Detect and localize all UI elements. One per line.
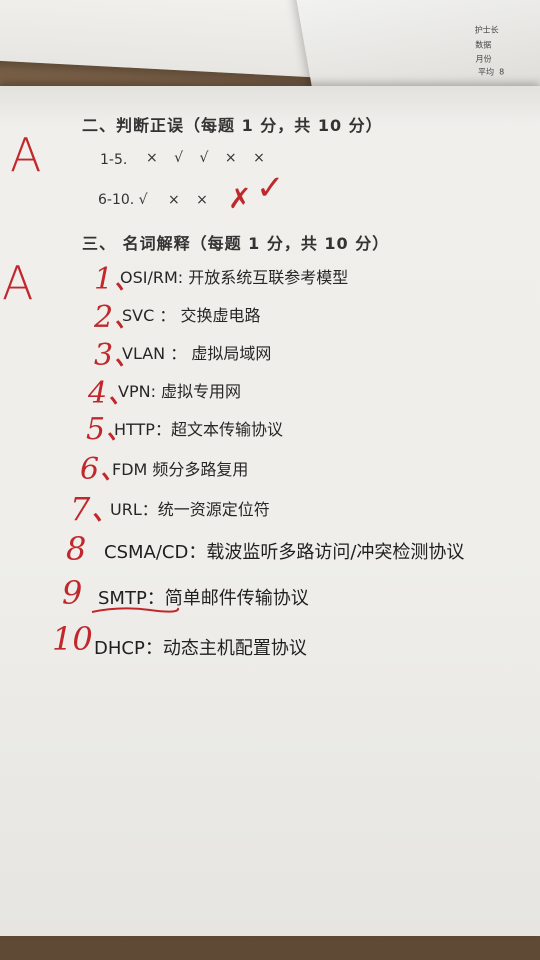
red-cross-mark: ✗ xyxy=(228,182,252,215)
photo-scene: 护士长 数据 月份 平均 8 二、判断正误（每题 1 分，共 10 分） A 1… xyxy=(0,0,540,960)
corner-scribble-2: 数据 xyxy=(475,40,492,50)
corner-scribble-3: 月份 xyxy=(475,54,492,64)
answer-row-1-5-label: 1-5. xyxy=(100,152,128,168)
term-vlan: VLAN ： 虚拟局域网 xyxy=(122,344,272,363)
section-3-title: 三、 名词解释（每题 1 分，共 10 分） xyxy=(82,234,390,253)
answer-row-6-10-marks: × × xyxy=(168,192,214,208)
term-osi-rm: OSI/RM: 开放系统互联参考模型 xyxy=(120,268,349,287)
section-2-title: 二、判断正误（每题 1 分，共 10 分） xyxy=(82,116,383,135)
term-csma-cd: CSMA/CD：载波监听多路访问/冲突检测协议 xyxy=(104,542,465,563)
exam-sheet: 二、判断正误（每题 1 分，共 10 分） A 1-5. × √ √ × × 6… xyxy=(0,86,540,936)
term-vpn: VPN: 虚拟专用网 xyxy=(118,382,242,401)
corner-scribble-1: 护士长 xyxy=(474,25,499,35)
item-number-10: 10 xyxy=(52,620,93,658)
section-3-grade: A xyxy=(2,256,34,310)
answer-row-6-10-label: 6-10. √ xyxy=(98,192,148,208)
answer-row-1-5-marks: × √ √ × × xyxy=(146,150,271,166)
term-url: URL：统一资源定位符 xyxy=(110,500,270,519)
corner-scribble-4: 平均 8 xyxy=(478,67,505,77)
item-number-9: 9 xyxy=(62,574,83,612)
red-check-mark: ✓ xyxy=(256,168,285,208)
term-http: HTTP：超文本传输协议 xyxy=(114,420,283,439)
term-dhcp: DHCP：动态主机配置协议 xyxy=(94,638,307,659)
term-svc: SVC ： 交换虚电路 xyxy=(122,306,261,325)
section-2-grade: A xyxy=(10,128,42,182)
term-fdm: FDM 频分多路复用 xyxy=(112,460,249,479)
red-underline xyxy=(91,607,180,613)
item-number-8: 8 xyxy=(66,530,87,568)
